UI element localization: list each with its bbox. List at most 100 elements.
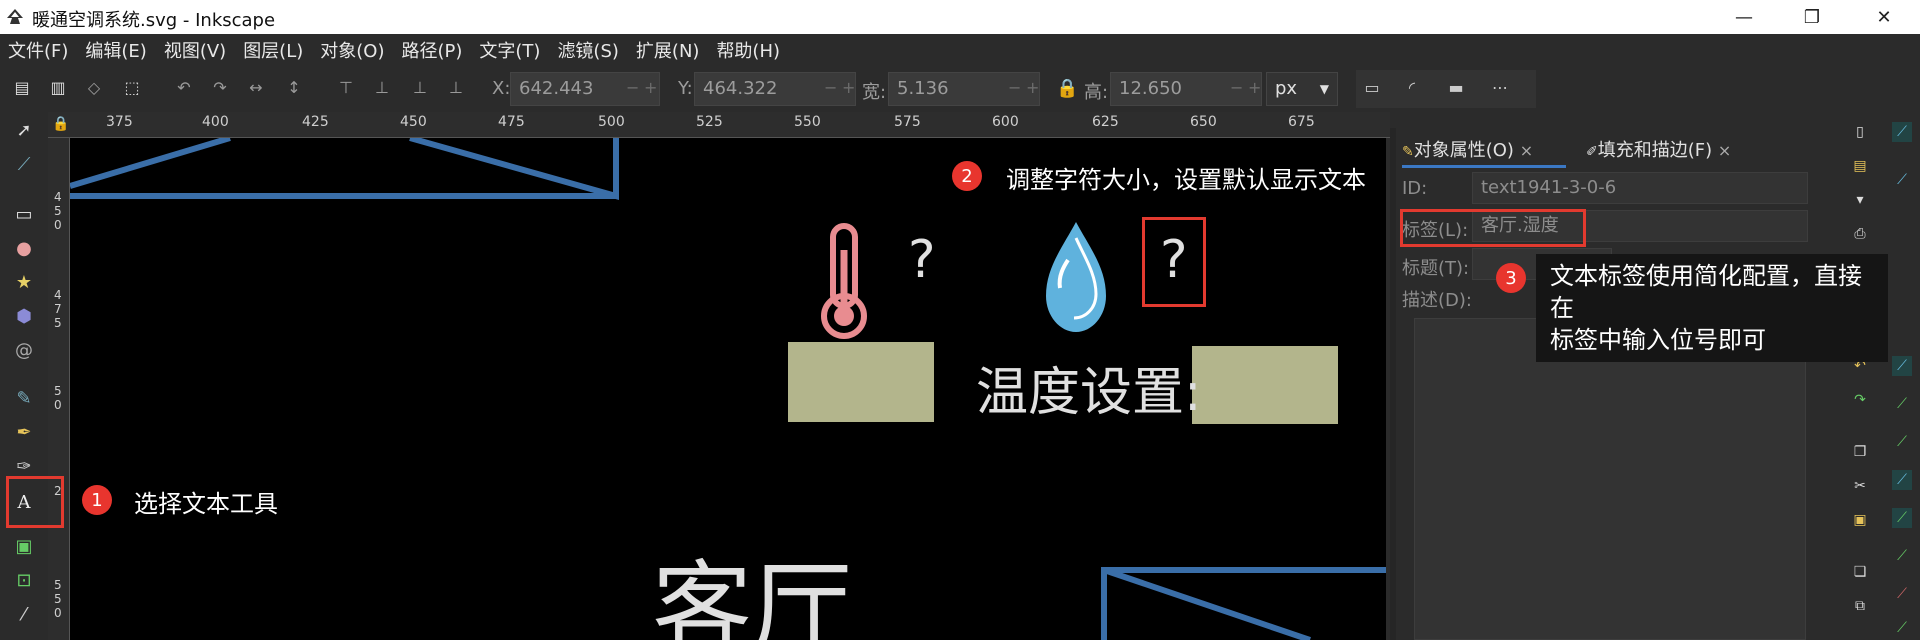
menu-filters[interactable]: 滤镜(S) xyxy=(557,37,618,63)
tab-object-properties-label: 对象属性(O) xyxy=(1413,140,1514,161)
snap-rotation-icon[interactable]: ⟋ xyxy=(1892,618,1912,638)
description-textarea[interactable] xyxy=(1414,318,1806,640)
id-input[interactable]: text1941-3-0-6 xyxy=(1472,172,1808,204)
thermometer-icon xyxy=(821,223,867,339)
print-icon[interactable]: ⎙ xyxy=(1850,224,1870,244)
snap-midpoint-icon[interactable]: ⟋ xyxy=(1892,546,1912,566)
tab-fill-stroke[interactable]: ✐填充和描边(F) × xyxy=(1586,134,1766,168)
rotate-cw-icon[interactable]: ↷ xyxy=(210,78,230,98)
pencil-tool-icon[interactable]: ✎ xyxy=(12,386,36,410)
close-button[interactable]: ✕ xyxy=(1854,0,1914,34)
pen-tool-icon[interactable]: ✒ xyxy=(12,420,36,444)
temperature-placeholder-text[interactable]: ? xyxy=(908,230,936,290)
save-icon[interactable]: ▾ xyxy=(1850,190,1870,210)
ruler-tick: 0 xyxy=(54,398,62,412)
x-decrement[interactable]: − xyxy=(626,78,639,97)
ruler-tick: 425 xyxy=(302,114,329,130)
close-tab-icon[interactable]: × xyxy=(1520,141,1533,160)
snap-smooth-icon[interactable]: ⟋ xyxy=(1892,508,1912,528)
y-increment[interactable]: + xyxy=(842,78,855,97)
width-decrement[interactable]: − xyxy=(1008,78,1021,97)
flip-vertical-icon[interactable]: ↕ xyxy=(284,78,304,98)
menu-help[interactable]: 帮助(H) xyxy=(716,37,780,63)
dropper-tool-icon[interactable]: ⁄ xyxy=(12,602,36,626)
snap-bbox-icon[interactable]: ⟋ xyxy=(1892,170,1912,190)
calligraphy-tool-icon[interactable]: ✑ xyxy=(12,454,36,478)
snap-enable-icon[interactable]: ⟋ xyxy=(1892,122,1912,142)
width-increment[interactable]: + xyxy=(1026,78,1039,97)
mesh-tool-icon[interactable]: ⊡ xyxy=(12,568,36,592)
clone-icon[interactable]: ⧉ xyxy=(1850,596,1870,616)
ruler-tick: 550 xyxy=(794,114,821,130)
ruler-tick: 5 xyxy=(54,384,62,398)
snap-intersection-icon[interactable]: ⟋ xyxy=(1892,432,1912,452)
lower-to-bottom-icon[interactable]: ⊥ xyxy=(446,78,466,98)
touch-select-icon[interactable]: ⬚ xyxy=(122,78,142,98)
window-title: 暖通空调系统.svg - Inkscape xyxy=(32,10,276,31)
ruler-tick: 0 xyxy=(54,606,62,620)
snap-path-icon[interactable]: ⟋ xyxy=(1892,394,1912,414)
snap-center-icon[interactable]: ⟋ xyxy=(1892,584,1912,604)
x-increment[interactable]: + xyxy=(644,78,657,97)
ruler-tick: 5 xyxy=(54,204,62,218)
ellipse-tool-icon[interactable]: ● xyxy=(12,236,36,260)
menu-text[interactable]: 文字(T) xyxy=(479,37,540,63)
object-properties-icon: ✎ xyxy=(1402,144,1414,160)
ruler-tick: 650 xyxy=(1190,114,1217,130)
maximize-button[interactable]: ❐ xyxy=(1782,0,1842,34)
menu-layer[interactable]: 图层(L) xyxy=(243,37,303,63)
gradient-tool-icon[interactable]: ▣ xyxy=(12,534,36,558)
menu-file[interactable]: 文件(F) xyxy=(8,37,68,63)
flip-horizontal-icon[interactable]: ↔ xyxy=(246,78,266,98)
select-all-layers-icon[interactable]: ▥ xyxy=(48,78,68,98)
copy-icon[interactable]: ❐ xyxy=(1850,442,1870,462)
move-gradients-icon[interactable]: ▬ xyxy=(1446,78,1466,98)
close-tab-icon[interactable]: × xyxy=(1718,141,1731,160)
deselect-icon[interactable]: ◇ xyxy=(84,78,104,98)
menu-object[interactable]: 对象(O) xyxy=(320,37,384,63)
lock-ratio-icon[interactable]: 🔒 xyxy=(1056,78,1078,99)
title-label: 标题(T): xyxy=(1402,258,1470,279)
move-patterns-icon[interactable]: ⋯ xyxy=(1490,78,1510,98)
step-2-text: 调整字符大小，设置默认显示文本 xyxy=(1006,166,1366,194)
minimize-button[interactable]: — xyxy=(1714,0,1774,34)
unit-select[interactable]: px ▼ xyxy=(1266,72,1338,106)
ruler-tick: 475 xyxy=(498,114,525,130)
temp-setting-label[interactable]: 温度设置: xyxy=(976,350,1202,425)
open-icon[interactable]: ▤ xyxy=(1850,156,1870,176)
selector-tool-icon[interactable]: ➚ xyxy=(12,118,36,142)
paste-icon[interactable]: ▣ xyxy=(1850,510,1870,530)
height-decrement[interactable]: − xyxy=(1230,78,1243,97)
select-all-icon[interactable]: ▤ xyxy=(12,78,32,98)
drawing-canvas[interactable]: ? ? 温度设置: 客厅 xyxy=(70,138,1386,640)
ruler-tick: 575 xyxy=(894,114,921,130)
star-tool-icon[interactable]: ★ xyxy=(12,270,36,294)
menu-edit[interactable]: 编辑(E) xyxy=(85,37,146,63)
height-increment[interactable]: + xyxy=(1248,78,1261,97)
raise-icon[interactable]: ⊥ xyxy=(372,78,392,98)
menu-view[interactable]: 视图(V) xyxy=(164,37,226,63)
step-1-text: 选择文本工具 xyxy=(134,490,278,518)
scale-corners-icon[interactable]: ◜ xyxy=(1402,78,1422,98)
redo-icon[interactable]: ↷ xyxy=(1850,390,1870,410)
cut-icon[interactable]: ✂ xyxy=(1850,476,1870,496)
scale-stroke-icon[interactable]: ▭ xyxy=(1362,78,1382,98)
lock-guides-icon[interactable]: 🔒 xyxy=(52,116,69,132)
tab-object-properties[interactable]: ✎对象属性(O) × xyxy=(1402,134,1566,168)
node-tool-icon[interactable]: ⟋ xyxy=(12,152,36,176)
new-document-icon[interactable]: ▯ xyxy=(1850,122,1870,142)
room-label[interactable]: 客厅 xyxy=(652,554,852,640)
menu-extensions[interactable]: 扩展(N) xyxy=(636,37,700,63)
snap-cusp-icon[interactable]: ⟋ xyxy=(1892,470,1912,490)
y-decrement[interactable]: − xyxy=(824,78,837,97)
raise-to-top-icon[interactable]: ⊤ xyxy=(336,78,356,98)
snap-nodes-icon[interactable]: ⟋ xyxy=(1892,356,1912,376)
rectangle-tool-icon[interactable]: ▭ xyxy=(12,202,36,226)
menu-path[interactable]: 路径(P) xyxy=(401,37,462,63)
spiral-tool-icon[interactable]: @ xyxy=(12,338,36,362)
vertical-ruler: 4 5 0 4 7 5 5 0 2 5 5 0 xyxy=(48,138,70,640)
3d-box-tool-icon[interactable]: ⬢ xyxy=(12,304,36,328)
lower-icon[interactable]: ⊥ xyxy=(410,78,430,98)
duplicate-icon[interactable]: ❏ xyxy=(1850,562,1870,582)
rotate-ccw-icon[interactable]: ↶ xyxy=(174,78,194,98)
